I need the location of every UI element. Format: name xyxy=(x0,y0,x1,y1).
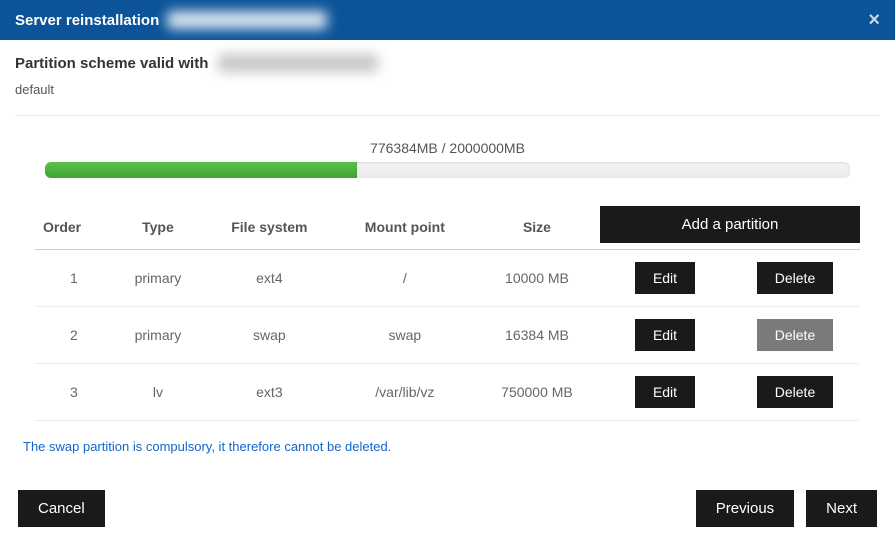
delete-button[interactable]: Delete xyxy=(757,262,833,294)
footer-right: Previous Next xyxy=(696,490,877,527)
cell-delete: Delete xyxy=(730,307,860,364)
cell-order: 2 xyxy=(35,307,113,364)
cell-fs: ext4 xyxy=(203,250,336,307)
swap-note: The swap partition is compulsory, it the… xyxy=(23,439,872,454)
col-mountpoint: Mount point xyxy=(336,206,474,250)
partition-scheme-heading: Partition scheme valid with xyxy=(15,54,880,72)
col-size: Size xyxy=(474,206,600,250)
modal-header: Server reinstallation × xyxy=(0,0,895,40)
partition-scheme-label: Partition scheme valid with xyxy=(15,55,208,72)
cell-size: 10000 MB xyxy=(474,250,600,307)
disk-usage-fill xyxy=(45,162,357,178)
table-row: 3lvext3/var/lib/vz750000 MB Edit Delete xyxy=(35,364,860,421)
cell-mount: / xyxy=(336,250,474,307)
col-filesystem: File system xyxy=(203,206,336,250)
modal: Server reinstallation × Partition scheme… xyxy=(0,0,895,545)
cell-order: 3 xyxy=(35,364,113,421)
cell-delete: Delete xyxy=(730,250,860,307)
disk-usage: 776384MB / 2000000MB xyxy=(15,140,880,178)
col-add: Add a partition xyxy=(600,206,860,250)
partition-tbody: 1primaryext4/10000 MBEditDelete2primarys… xyxy=(35,250,860,421)
col-type: Type xyxy=(113,206,203,250)
cancel-button[interactable]: Cancel xyxy=(18,490,105,527)
cell-type: primary xyxy=(113,250,203,307)
edit-button[interactable]: Edit xyxy=(635,376,695,408)
previous-button[interactable]: Previous xyxy=(696,490,794,527)
cell-order: 1 xyxy=(35,250,113,307)
add-partition-button[interactable]: Add a partition xyxy=(600,206,860,243)
cell-mount: /var/lib/vz xyxy=(336,364,474,421)
col-order: Order xyxy=(35,206,113,250)
next-button[interactable]: Next xyxy=(806,490,877,527)
delete-button: Delete xyxy=(757,319,833,351)
cell-mount: swap xyxy=(336,307,474,364)
cell-edit: Edit xyxy=(600,250,730,307)
cell-fs: ext3 xyxy=(203,364,336,421)
close-icon[interactable]: × xyxy=(868,10,880,30)
table-row: 2primaryswapswap16384 MBEditDelete xyxy=(35,307,860,364)
edit-button[interactable]: Edit xyxy=(635,319,695,351)
edit-button[interactable]: Edit xyxy=(635,262,695,294)
modal-title-text: Server reinstallation xyxy=(15,12,159,29)
disk-usage-bar xyxy=(45,162,850,178)
divider xyxy=(15,115,880,116)
delete-button[interactable]: Delete xyxy=(757,376,833,408)
partition-table-wrap: Order Type File system Mount point Size … xyxy=(35,206,860,421)
cell-size: 16384 MB xyxy=(474,307,600,364)
table-row: 1primaryext4/10000 MB Edit Delete xyxy=(35,250,860,307)
partition-table: Order Type File system Mount point Size … xyxy=(35,206,860,421)
table-header-row: Order Type File system Mount point Size … xyxy=(35,206,860,250)
modal-title: Server reinstallation xyxy=(15,11,327,29)
cell-type: primary xyxy=(113,307,203,364)
redacted-scheme-target xyxy=(218,54,378,72)
scheme-name: default xyxy=(15,82,880,97)
disk-usage-text: 776384MB / 2000000MB xyxy=(45,140,850,156)
cell-type: lv xyxy=(113,364,203,421)
modal-footer: Cancel Previous Next xyxy=(0,476,895,545)
cell-delete: Delete xyxy=(730,364,860,421)
cell-edit: Edit xyxy=(600,307,730,364)
modal-body: Partition scheme valid with default 7763… xyxy=(0,40,895,454)
redacted-server-name xyxy=(167,11,327,29)
cell-fs: swap xyxy=(203,307,336,364)
cell-edit: Edit xyxy=(600,364,730,421)
cell-size: 750000 MB xyxy=(474,364,600,421)
